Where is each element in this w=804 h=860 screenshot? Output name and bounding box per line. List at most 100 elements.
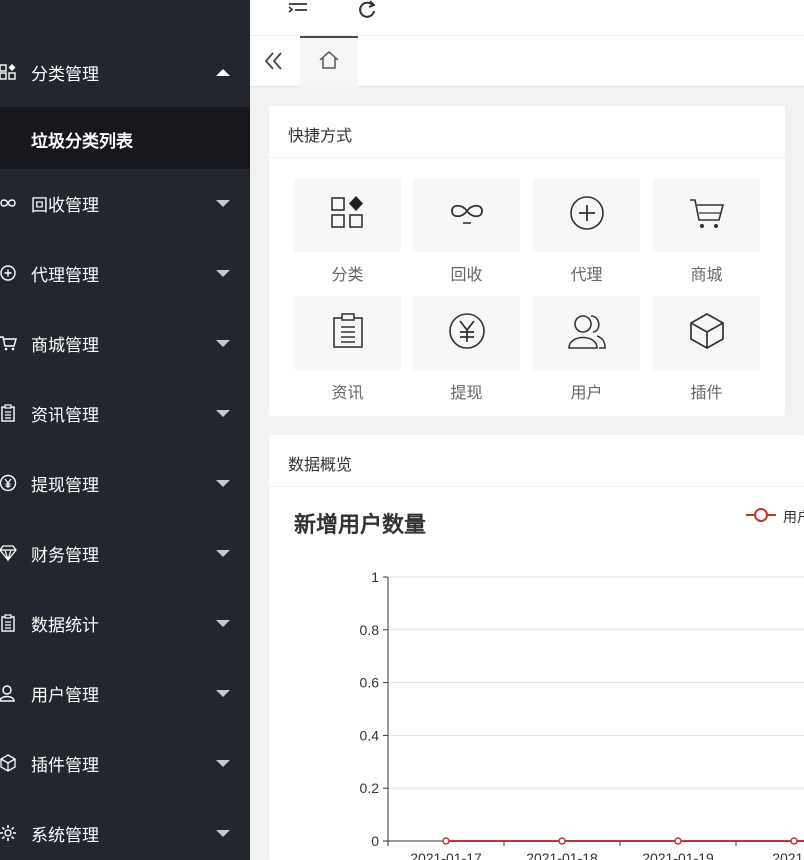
shortcut-news[interactable]: 资讯 [294, 296, 401, 403]
y-tick-label: 0.2 [360, 780, 380, 796]
x-tick-label: 2021-01-17 [410, 850, 482, 860]
diamond-icon [0, 543, 18, 563]
sidebar-item-label: 商城管理 [31, 335, 99, 355]
sidebar-item-statistics[interactable]: 数据统计 [0, 593, 250, 653]
chevron-down-icon [216, 339, 230, 347]
sidebar-item-news[interactable]: 资讯管理 [0, 383, 250, 443]
chevron-down-icon [216, 549, 230, 557]
data-point [442, 837, 450, 845]
sidebar-item-withdraw[interactable]: 提现管理 [0, 453, 250, 513]
x-tick-label: 2021-0 [772, 850, 804, 860]
card-header: 数据概览 [269, 435, 804, 487]
shortcut-label: 用户 [570, 385, 603, 402]
x-tick-label: 2021-01-19 [642, 850, 714, 860]
chevron-down-icon [216, 619, 230, 627]
tab-bar [250, 36, 804, 87]
shortcut-agent[interactable]: 代理 [533, 178, 640, 285]
sidebar-item-label: 财务管理 [31, 545, 99, 565]
y-tick-label: 0.6 [360, 675, 380, 691]
shortcut-label: 资讯 [331, 385, 364, 402]
sidebar-item-recycle[interactable]: 回收管理 [0, 173, 250, 233]
shortcut-label: 回收 [450, 267, 483, 284]
y-tick-label: 0 [371, 833, 379, 849]
shortcut-withdraw[interactable]: 提现 [413, 296, 520, 403]
y-tick-label: 1 [371, 569, 379, 585]
sidebar-item-agent[interactable]: 代理管理 [0, 243, 250, 303]
home-icon [318, 50, 340, 75]
plus-circle-icon [569, 195, 605, 236]
tab-home[interactable] [300, 36, 358, 87]
shortcut-label: 商城 [690, 267, 723, 284]
category-icon [330, 195, 366, 236]
sidebar-item-label: 数据统计 [31, 615, 99, 635]
category-icon [0, 62, 18, 82]
sidebar-item-category[interactable]: 分类管理 [0, 42, 250, 102]
gear-icon [0, 823, 18, 843]
shortcut-label: 代理 [570, 267, 603, 284]
double-chevron-left-icon[interactable] [262, 50, 286, 72]
data-point [558, 837, 566, 845]
shortcut-recycle[interactable]: 回收 [413, 178, 520, 285]
sidebar-item-label: 代理管理 [31, 265, 99, 285]
cube-icon [0, 753, 18, 773]
clipboard-icon [0, 403, 18, 423]
shortcut-label: 插件 [690, 385, 723, 402]
recycle-icon [449, 199, 485, 232]
x-tick-label: 2021-01-18 [526, 850, 598, 860]
sidebar-item-label: 资讯管理 [31, 405, 99, 425]
sidebar: 分类管理 垃圾分类列表 回收管理 代理管理 商城管理 资讯管理 提现管理 财务管… [0, 0, 250, 860]
sidebar-item-label: 插件管理 [31, 755, 99, 775]
sidebar-item-label: 回收管理 [31, 195, 99, 215]
card-title: 快捷方式 [288, 128, 353, 145]
sidebar-item-label: 提现管理 [31, 475, 99, 495]
chevron-down-icon [216, 759, 230, 767]
sidebar-item-plugins[interactable]: 插件管理 [0, 733, 250, 793]
shortcut-category[interactable]: 分类 [294, 178, 401, 285]
chevron-down-icon [216, 269, 230, 277]
clipboard-icon [332, 312, 364, 354]
chevron-down-icon [216, 689, 230, 697]
yen-icon [0, 473, 18, 493]
shortcut-mall[interactable]: 商城 [653, 178, 760, 285]
user-icon [0, 683, 18, 703]
y-tick-label: 0.4 [360, 727, 380, 743]
yen-icon [448, 312, 486, 355]
recycle-icon [0, 193, 18, 213]
plus-circle-icon [0, 263, 18, 283]
top-header [250, 0, 804, 36]
legend-label: 用户 [783, 509, 804, 525]
shortcut-label: 分类 [331, 267, 364, 284]
card-title: 数据概览 [288, 457, 353, 474]
sidebar-item-system[interactable]: 系统管理 [0, 803, 250, 860]
shortcut-plugins[interactable]: 插件 [653, 296, 760, 403]
sidebar-item-label: 分类管理 [31, 64, 99, 84]
sidebar-item-label: 系统管理 [31, 825, 99, 845]
shortcut-users[interactable]: 用户 [533, 296, 640, 403]
sidebar-item-users[interactable]: 用户管理 [0, 663, 250, 723]
chevron-down-icon [216, 479, 230, 487]
data-point [674, 837, 682, 845]
sidebar-subitem-garbage-list[interactable]: 垃圾分类列表 [0, 107, 250, 169]
chevron-down-icon [216, 409, 230, 417]
shortcut-card: 快捷方式 分类 回收 代理 商城 资讯 提现 用户 插件 [269, 106, 785, 416]
line-chart: 0 0.2 0.4 0.6 0.8 1 2021-01-17 2021-01-18 2021-0… [360, 569, 804, 860]
cart-icon [688, 195, 726, 236]
cube-icon [689, 312, 725, 355]
chevron-down-icon [216, 829, 230, 837]
menu-toggle-icon[interactable] [286, 0, 310, 20]
data-point [790, 837, 798, 845]
chart-title: 新增用户数量 [294, 512, 427, 537]
chevron-up-icon [216, 68, 230, 76]
overview-card: 数据概览 新增用户数量 用户 0 0.2 0.4 0.6 0.8 1 2021-01-17 2… [269, 435, 804, 860]
chevron-down-icon [216, 199, 230, 207]
sidebar-subitem-label: 垃圾分类列表 [31, 132, 133, 151]
card-header: 快捷方式 [269, 106, 785, 158]
shortcut-label: 提现 [450, 385, 483, 402]
sidebar-item-finance[interactable]: 财务管理 [0, 523, 250, 583]
refresh-icon[interactable] [356, 0, 380, 20]
sidebar-item-label: 用户管理 [31, 685, 99, 705]
clipboard-icon [0, 613, 18, 633]
cart-icon [0, 333, 18, 353]
sidebar-item-mall[interactable]: 商城管理 [0, 313, 250, 373]
y-tick-label: 0.8 [360, 622, 380, 638]
